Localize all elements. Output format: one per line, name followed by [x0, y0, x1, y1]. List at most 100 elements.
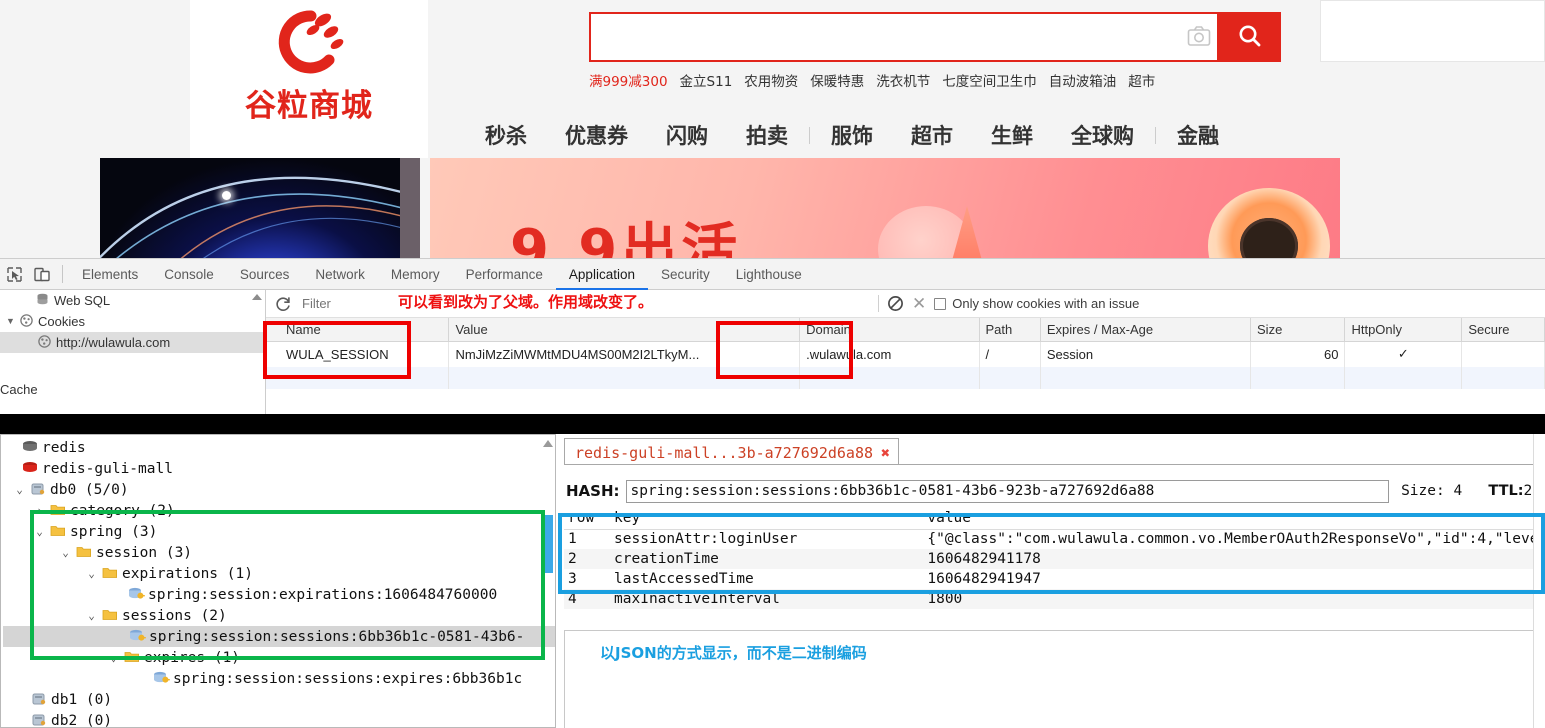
- sidebar-item-websql[interactable]: Web SQL: [0, 290, 265, 311]
- sidebar-item-cookies[interactable]: ▼ Cookies: [0, 311, 265, 332]
- refresh-icon[interactable]: [274, 295, 292, 313]
- promo-banner[interactable]: 9.9出活: [430, 158, 1340, 258]
- chevron-down-icon[interactable]: ⌄: [85, 567, 98, 580]
- search-button[interactable]: [1219, 12, 1281, 62]
- chevron-right-icon[interactable]: ›: [33, 504, 46, 517]
- hot-keyword-5[interactable]: 七度空间卫生巾: [942, 70, 1037, 90]
- hot-keyword-6[interactable]: 自动波箱油: [1049, 70, 1117, 90]
- tree-item-db0[interactable]: ⌄ db0 (5/0): [3, 479, 555, 500]
- tree-item-key-expirations[interactable]: spring:session:expirations:1606484760000: [3, 584, 555, 605]
- tree-item-session[interactable]: ⌄ session (3): [3, 542, 555, 563]
- hot-keyword-2[interactable]: 农用物资: [744, 70, 798, 90]
- camera-icon[interactable]: [1187, 25, 1211, 47]
- tree-scroll-thumb[interactable]: [544, 515, 553, 573]
- main-nav: 秒杀 优惠券 闪购 拍卖 服饰 超市 生鲜 全球购 金融: [466, 112, 1238, 158]
- tab-network[interactable]: Network: [302, 259, 378, 290]
- col-header-path[interactable]: Path: [979, 318, 1041, 342]
- hot-keyword-4[interactable]: 洗衣机节: [876, 70, 930, 90]
- banner-row: X 9.9出活: [0, 158, 1545, 258]
- sidebar-item-cache[interactable]: Cache: [0, 379, 265, 400]
- tab-security[interactable]: Security: [648, 259, 723, 290]
- nav-item-5[interactable]: 服饰: [812, 120, 892, 150]
- hash-row[interactable]: 1 sessionAttr:loginUser {"@class":"com.w…: [564, 529, 1544, 549]
- site-logo[interactable]: 谷粒商城: [190, 0, 428, 158]
- nav-item-10[interactable]: 金融: [1158, 120, 1238, 150]
- hash-values-table: row key value 1 sessionAttr:loginUser {"…: [564, 509, 1544, 629]
- tab-console[interactable]: Console: [151, 259, 227, 290]
- sidebar-scrollbar[interactable]: [251, 292, 262, 413]
- sidebar-label: Cache: [0, 382, 38, 397]
- hash-cell-value: 1800: [923, 589, 1544, 609]
- tab-sources[interactable]: Sources: [227, 259, 303, 290]
- sidebar-item-wulawula-cookie[interactable]: http://wulawula.com: [0, 332, 265, 353]
- tree-item-redis-guli-mall[interactable]: redis-guli-mall: [3, 458, 555, 479]
- hot-keyword-7[interactable]: 超市: [1128, 70, 1155, 90]
- hash-row[interactable]: 2 creationTime 1606482941178: [564, 549, 1544, 569]
- nav-item-8[interactable]: 全球购: [1052, 120, 1153, 150]
- hot-keyword-3[interactable]: 保暖特惠: [810, 70, 864, 90]
- tree-item-key-session-selected[interactable]: spring:session:sessions:6bb36b1c-0581-43…: [3, 626, 555, 647]
- tree-item-expirations[interactable]: ⌄ expirations (1): [3, 563, 555, 584]
- chevron-down-icon[interactable]: ▼: [6, 317, 15, 326]
- col-header-name[interactable]: Name: [266, 318, 450, 342]
- only-issues-checkbox[interactable]: Only show cookies with an issue: [934, 296, 1139, 311]
- tab-elements[interactable]: Elements: [69, 259, 151, 290]
- chevron-down-icon[interactable]: ⌄: [13, 483, 26, 496]
- chevron-down-icon[interactable]: ⌄: [33, 525, 46, 538]
- close-icon[interactable]: ✖: [881, 444, 890, 462]
- space-banner-image[interactable]: X: [100, 158, 420, 258]
- col-header-domain[interactable]: Domain: [799, 318, 980, 342]
- tree-item-redis[interactable]: redis: [3, 437, 555, 458]
- tree-item-category[interactable]: › category (2): [3, 500, 555, 521]
- chevron-down-icon[interactable]: ⌄: [107, 651, 120, 664]
- search-input[interactable]: [589, 12, 1219, 62]
- tree-item-sessions[interactable]: ⌄ sessions (2): [3, 605, 555, 626]
- table-row[interactable]: WULA_SESSION NmJiMzZiMWMtMDU4MS00M2I2LTk…: [266, 341, 1545, 367]
- nav-item-0[interactable]: 秒杀: [466, 120, 546, 150]
- col-header-size[interactable]: Size: [1250, 318, 1346, 342]
- inspect-element-icon[interactable]: [0, 259, 28, 290]
- nav-item-3[interactable]: 拍卖: [727, 120, 807, 150]
- col-header-value[interactable]: Value: [448, 318, 801, 342]
- device-toolbar-icon[interactable]: [28, 259, 56, 290]
- chevron-down-icon[interactable]: ⌄: [59, 546, 72, 559]
- nav-item-6[interactable]: 超市: [892, 120, 972, 150]
- hash-col-value[interactable]: value: [923, 509, 1544, 530]
- hash-row[interactable]: 4 maxInactiveInterval 1800: [564, 589, 1544, 609]
- checkbox-box[interactable]: [934, 297, 947, 310]
- ecommerce-page: 谷粒商城 满999减300 金立S11 农用物资 保暖特惠 洗衣机节 七度空间卫…: [0, 0, 1545, 258]
- nav-item-1[interactable]: 优惠券: [546, 120, 647, 150]
- cell-empty: [979, 366, 1041, 389]
- col-header-secure[interactable]: Secure: [1461, 318, 1545, 342]
- tab-memory[interactable]: Memory: [378, 259, 453, 290]
- col-header-expires[interactable]: Expires / Max-Age: [1040, 318, 1252, 342]
- tab-lighthouse[interactable]: Lighthouse: [723, 259, 815, 290]
- cell-httponly: ✓: [1344, 341, 1463, 367]
- nav-item-7[interactable]: 生鲜: [972, 120, 1052, 150]
- tree-item-db2[interactable]: db2 (0): [3, 710, 555, 727]
- scroll-up-icon[interactable]: [251, 294, 262, 300]
- nav-item-2[interactable]: 闪购: [647, 120, 727, 150]
- sidebar-label: http://wulawula.com: [56, 335, 171, 350]
- redis-key-tab[interactable]: redis-guli-mall...3b-a727692d6a88 ✖: [564, 438, 900, 465]
- hot-keyword-0[interactable]: 满999减300: [589, 70, 668, 90]
- tree-item-key-expires[interactable]: spring:session:sessions:expires:6bb36b1c: [3, 668, 555, 689]
- cell-empty: [1250, 366, 1346, 389]
- tree-item-expires[interactable]: ⌄ expires (1): [3, 647, 555, 668]
- tab-application[interactable]: Application: [556, 259, 648, 290]
- col-header-httponly[interactable]: HttpOnly: [1344, 318, 1463, 342]
- hash-key-input[interactable]: [625, 479, 1390, 503]
- value-panel-scrollbar[interactable]: [1533, 434, 1545, 728]
- clear-all-cookies-icon[interactable]: [887, 295, 904, 312]
- tab-performance[interactable]: Performance: [453, 259, 556, 290]
- tree-item-spring[interactable]: ⌄ spring (3): [3, 521, 555, 542]
- sidebar-label: Cookies: [38, 314, 85, 329]
- hash-col-row[interactable]: row: [564, 509, 611, 530]
- tree-item-db1[interactable]: db1 (0): [3, 689, 555, 710]
- hot-keyword-1[interactable]: 金立S11: [680, 70, 733, 90]
- scroll-up-icon[interactable]: [542, 440, 553, 447]
- hash-col-key[interactable]: key: [610, 509, 924, 530]
- hash-row[interactable]: 3 lastAccessedTime 1606482941947: [564, 569, 1544, 589]
- chevron-down-icon[interactable]: ⌄: [85, 609, 98, 622]
- delete-selected-icon[interactable]: ✕: [912, 295, 926, 312]
